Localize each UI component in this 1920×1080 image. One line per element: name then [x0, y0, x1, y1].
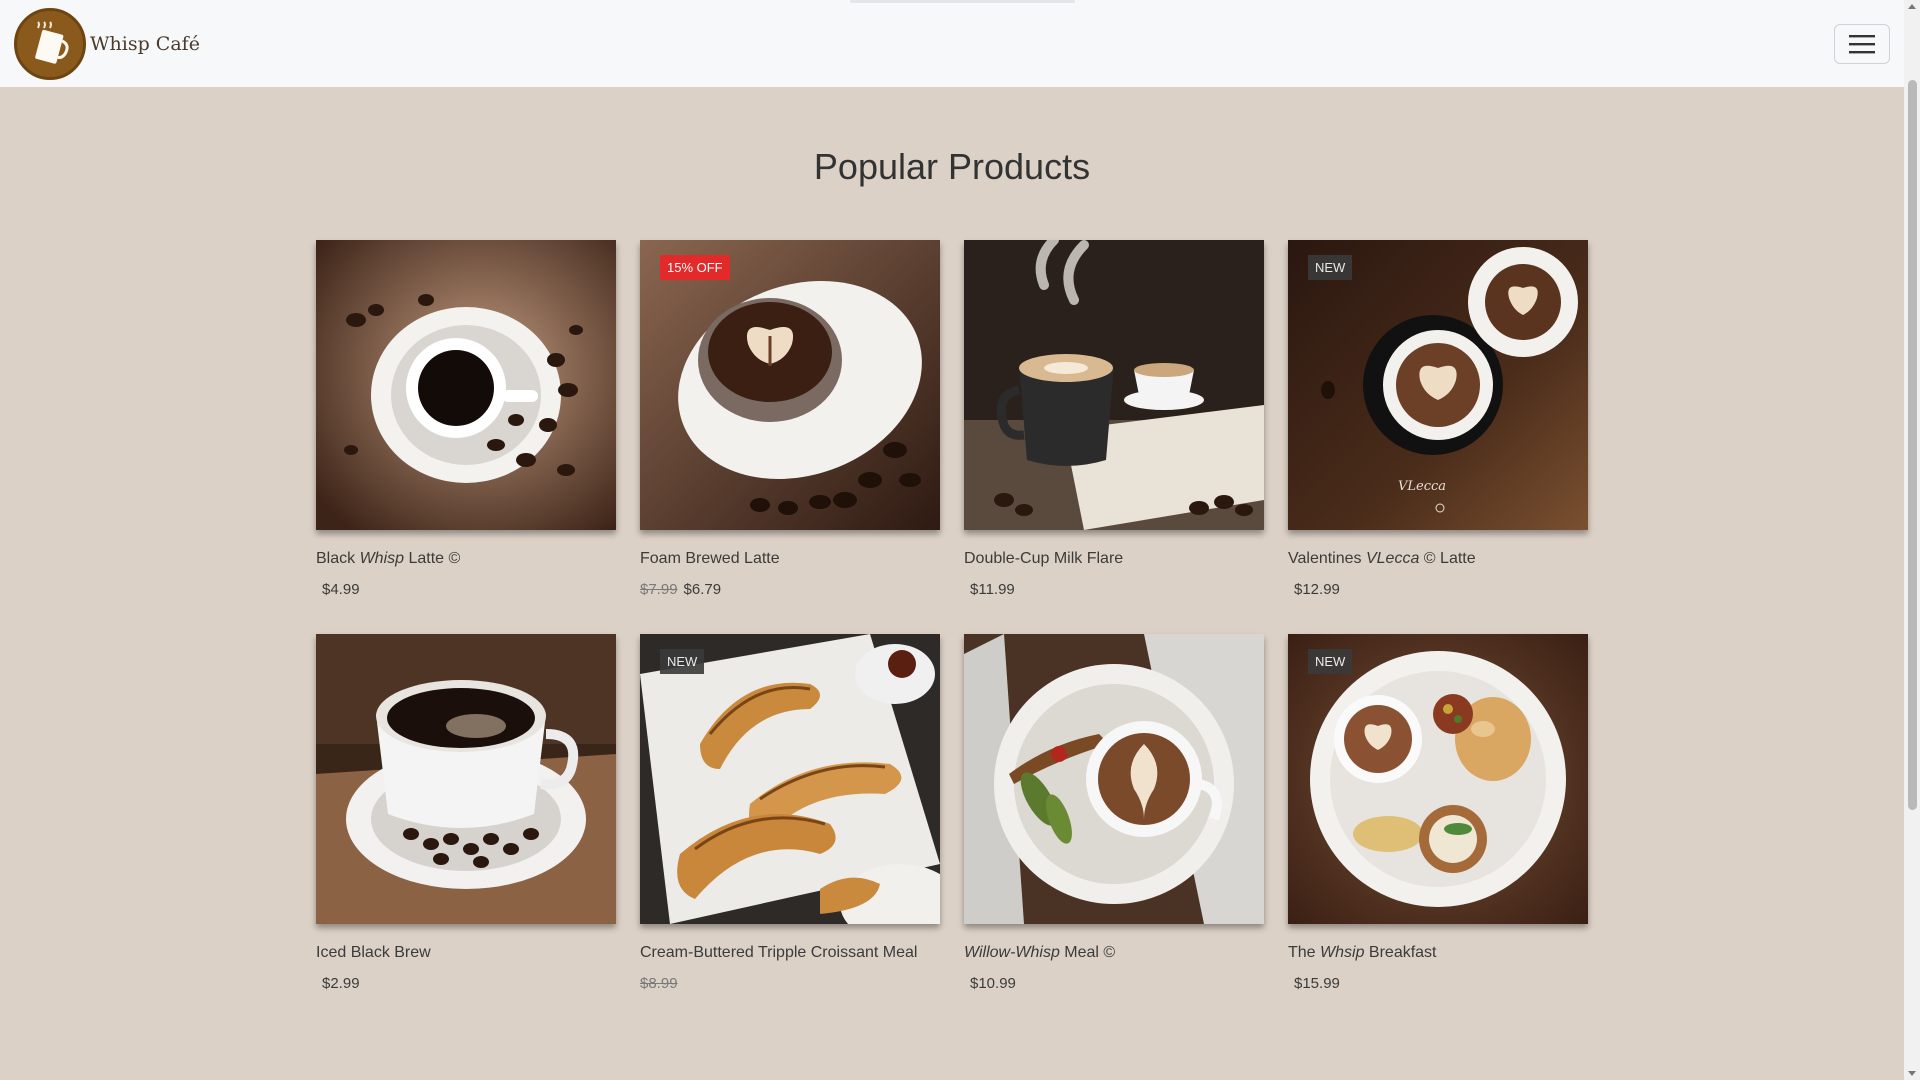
product-name[interactable]: Cream-Buttered Tripple Croissant Meal: [640, 944, 940, 964]
product-price: $4.99: [316, 581, 616, 598]
hamburger-menu-icon: [1849, 34, 1875, 53]
product-name[interactable]: Double-Cup Milk Flare: [964, 550, 1264, 570]
product-image[interactable]: NEW: [640, 634, 940, 924]
product-name[interactable]: Willow-Whisp Meal ©: [964, 944, 1264, 964]
old-price: $8.99: [640, 975, 678, 992]
menu-toggle-button[interactable]: [1834, 23, 1890, 64]
product-image[interactable]: [316, 634, 616, 924]
brand[interactable]: Whisp Café: [14, 7, 200, 80]
product-card[interactable]: 15% OFF Foam Brewed Latte $7.99 $6.79: [640, 240, 940, 634]
navbar: Whisp Café: [0, 0, 1904, 87]
product-card[interactable]: Willow-Whisp Meal © $10.99: [964, 634, 1264, 1028]
current-price: $10.99: [970, 975, 1016, 992]
discount-badge: 15% OFF: [660, 255, 730, 280]
product-card[interactable]: NEW Cream-Buttered Tripple Croissant Mea…: [640, 634, 940, 1028]
product-price: $15.99: [1288, 975, 1588, 992]
product-card[interactable]: VLecca NEW Valentines VLecca © Latte $12…: [1288, 240, 1588, 634]
current-price: $2.99: [322, 975, 360, 992]
brand-name: Whisp Café: [90, 32, 200, 55]
current-price: $6.79: [683, 581, 722, 598]
scroll-up-arrow-icon[interactable]: [1908, 4, 1916, 9]
scroll-down-arrow-icon[interactable]: [1908, 1071, 1916, 1076]
product-name[interactable]: Black Whisp Latte ©: [316, 550, 616, 570]
current-price: $15.99: [1294, 975, 1340, 992]
current-price: $4.99: [322, 581, 360, 598]
top-divider: [850, 0, 1075, 3]
product-image[interactable]: [316, 240, 616, 530]
new-badge: NEW: [660, 649, 705, 674]
page-title: Popular Products: [813, 146, 1091, 187]
product-price: $7.99 $6.79: [640, 581, 940, 598]
old-price: $7.99: [640, 581, 678, 598]
current-price: $11.99: [970, 581, 1015, 598]
product-image[interactable]: VLecca NEW: [1288, 240, 1588, 530]
product-name[interactable]: Foam Brewed Latte: [640, 550, 940, 570]
current-price: $12.99: [1294, 581, 1340, 598]
product-image[interactable]: [964, 634, 1264, 924]
product-price: $2.99: [316, 975, 616, 992]
coffee-cup-logo-icon: [14, 7, 86, 80]
product-name[interactable]: Valentines VLecca © Latte: [1288, 550, 1588, 570]
product-card[interactable]: Iced Black Brew $2.99: [316, 634, 616, 1028]
new-badge: NEW: [1308, 649, 1353, 674]
product-price: $10.99: [964, 975, 1264, 992]
svg-text:VLecca: VLecca: [1398, 479, 1446, 494]
product-name[interactable]: The Whsip Breakfast: [1288, 944, 1588, 964]
scrollbar-thumb[interactable]: [1908, 80, 1917, 810]
product-image[interactable]: NEW: [1288, 634, 1588, 924]
product-price: $12.99: [1288, 581, 1588, 598]
product-image[interactable]: 15% OFF: [640, 240, 940, 530]
new-badge: NEW: [1308, 255, 1353, 280]
product-grid: Black Whisp Latte © $4.99 15% OFF Foam B…: [316, 240, 1588, 1028]
product-name[interactable]: Iced Black Brew: [316, 944, 616, 964]
product-card[interactable]: Double-Cup Milk Flare $11.99: [964, 240, 1264, 634]
product-image[interactable]: [964, 240, 1264, 530]
vertical-scrollbar[interactable]: [1904, 0, 1920, 1080]
product-card[interactable]: NEW The Whsip Breakfast $15.99: [1288, 634, 1588, 1028]
product-price: $8.99: [640, 975, 940, 992]
product-card[interactable]: Black Whisp Latte © $4.99: [316, 240, 616, 634]
product-price: $11.99: [964, 581, 1264, 598]
